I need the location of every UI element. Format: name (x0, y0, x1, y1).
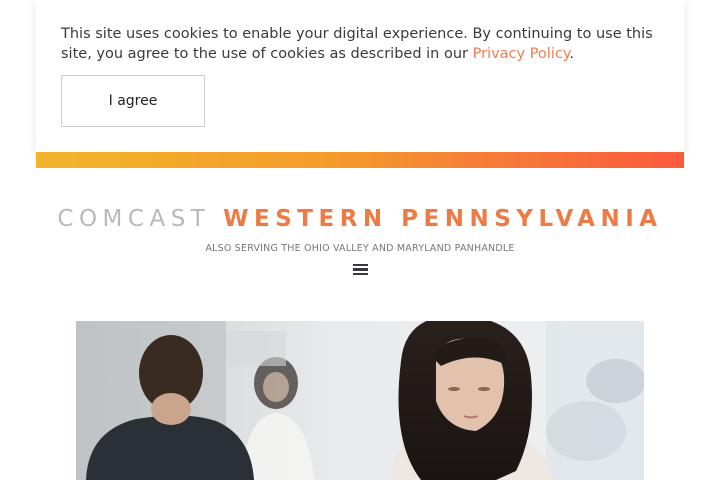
cookie-banner: This site uses cookies to enable your di… (36, 0, 684, 152)
hero-image (76, 321, 644, 480)
site-subtitle: ALSO SERVING THE OHIO VALLEY AND MARYLAN… (205, 243, 515, 254)
site-title[interactable]: COMCAST WESTERN PENNSYLVANIA (0, 204, 720, 234)
hero-photo-illustration (76, 321, 644, 480)
agree-button[interactable]: I agree (61, 75, 205, 127)
gradient-accent-bar (36, 152, 684, 168)
site-title-region: WESTERN PENNSYLVANIA (223, 206, 663, 232)
cookie-message: This site uses cookies to enable your di… (61, 24, 661, 64)
hamburger-menu-icon[interactable] (353, 264, 368, 275)
site-title-brand: COMCAST (57, 206, 211, 232)
privacy-policy-link[interactable]: Privacy Policy (473, 46, 570, 62)
cookie-message-period: . (569, 46, 574, 62)
page: This site uses cookies to enable your di… (0, 0, 720, 480)
